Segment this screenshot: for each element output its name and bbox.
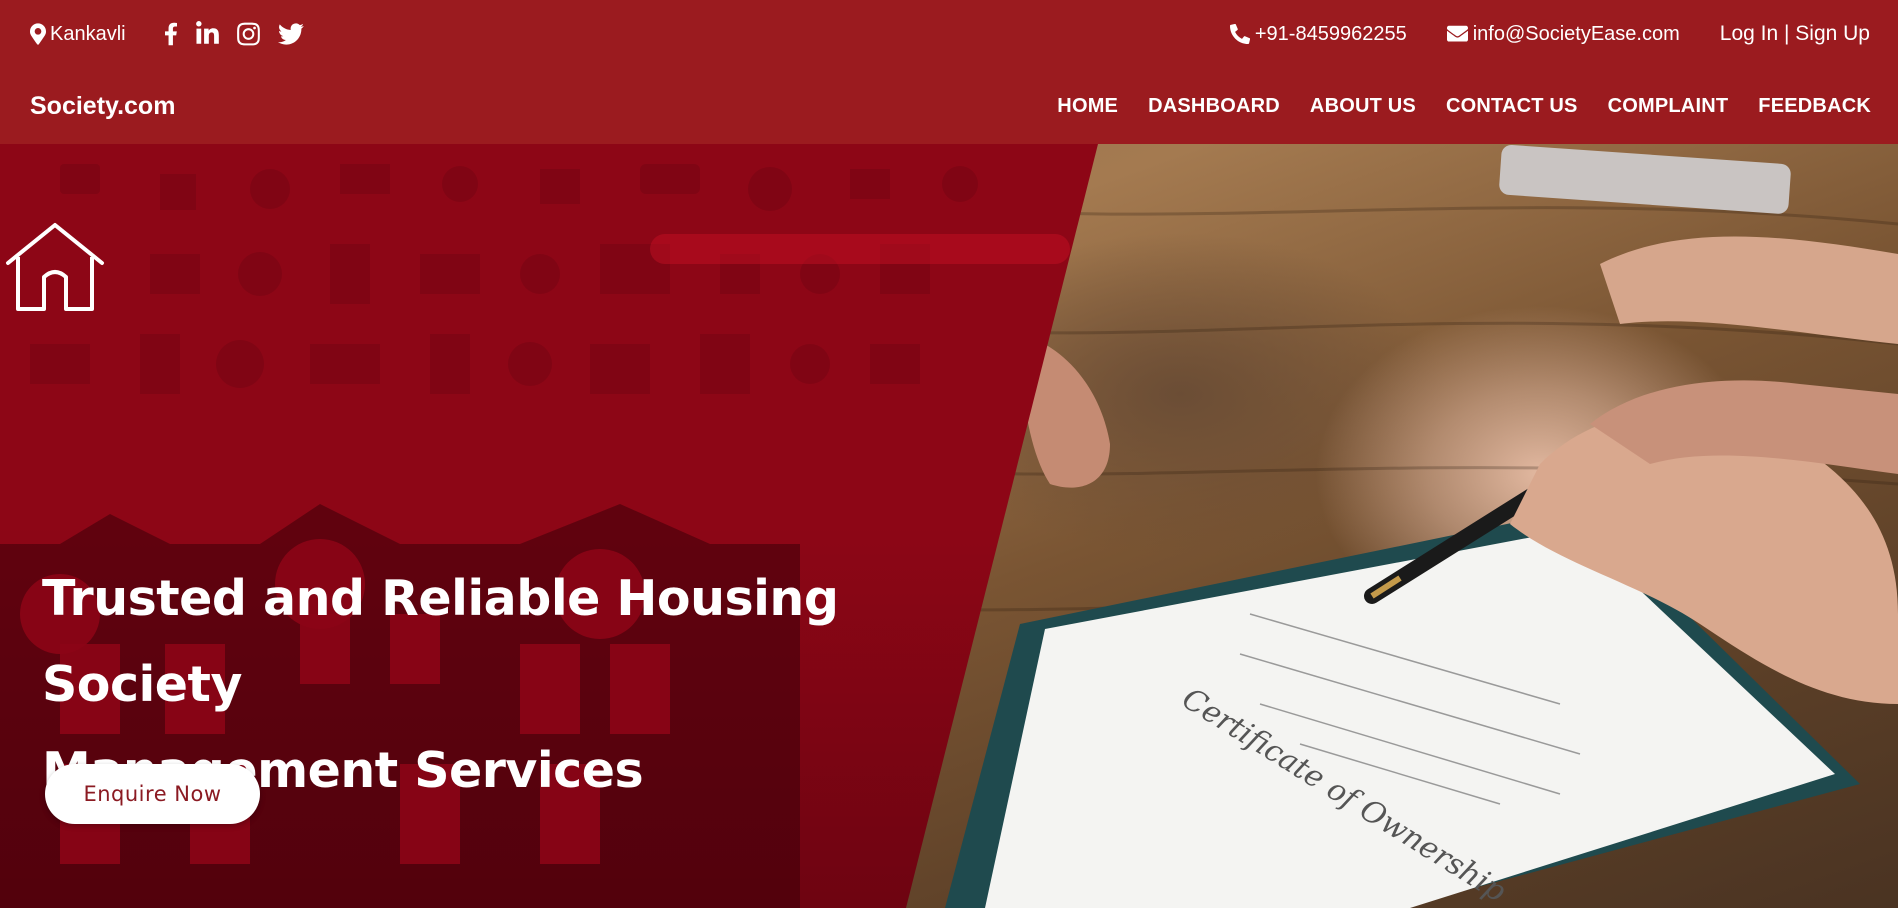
hero-banner: Certificate of Ownership Trusted and Rel…	[0, 144, 1898, 908]
nav-feedback[interactable]: FEEDBACK	[1758, 95, 1871, 118]
location: Kankavli	[30, 23, 126, 46]
envelope-icon	[1446, 25, 1468, 42]
phone-number: +91-8459962255	[1254, 22, 1407, 45]
nav-menu: HOME DASHBOARD ABOUT US CONTACT US COMPL…	[1057, 95, 1871, 118]
linkedin-icon[interactable]	[195, 21, 219, 47]
auth-links: Log In | Sign Up	[1720, 22, 1870, 46]
twitter-icon[interactable]	[277, 21, 304, 47]
facebook-icon[interactable]	[164, 21, 178, 47]
top-info-bar: Kankavli +91-8459962255 info@SocietyEase…	[0, 0, 1898, 68]
hero-title-line1: Trusted and Reliable Housing Society	[42, 570, 839, 713]
instagram-icon[interactable]	[236, 21, 260, 47]
nav-complaint[interactable]: COMPLAINT	[1608, 95, 1729, 118]
top-info-left: Kankavli	[30, 21, 304, 47]
top-info-right: +91-8459962255 info@SocietyEase.com Log …	[1229, 22, 1870, 46]
signup-link[interactable]: Sign Up	[1795, 22, 1870, 46]
location-text: Kankavli	[50, 22, 126, 45]
brand-logo[interactable]: Society.com	[30, 92, 175, 121]
auth-separator: |	[1778, 22, 1796, 45]
map-marker-icon	[30, 23, 46, 45]
enquire-now-button[interactable]: Enquire Now	[45, 764, 260, 824]
house-icon	[6, 223, 104, 311]
email[interactable]: info@SocietyEase.com	[1446, 22, 1680, 46]
nav-home[interactable]: HOME	[1057, 95, 1118, 118]
nav-dashboard[interactable]: DASHBOARD	[1148, 95, 1280, 118]
main-navbar: Society.com HOME DASHBOARD ABOUT US CONT…	[0, 68, 1898, 144]
phone[interactable]: +91-8459962255	[1229, 22, 1407, 46]
email-address: info@SocietyEase.com	[1472, 22, 1680, 45]
social-links	[164, 21, 304, 47]
login-link[interactable]: Log In	[1720, 22, 1778, 46]
nav-about-us[interactable]: ABOUT US	[1310, 95, 1416, 118]
phone-icon	[1229, 24, 1250, 44]
nav-contact-us[interactable]: CONTACT US	[1446, 95, 1578, 118]
